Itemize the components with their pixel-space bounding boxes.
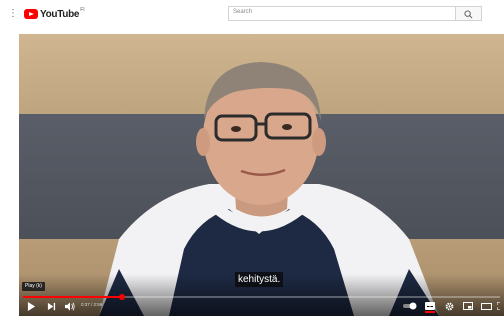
masthead: ⋮ YouTube FI Search xyxy=(0,0,504,28)
logo-text: YouTube xyxy=(40,8,80,20)
logo-region: FI xyxy=(80,7,85,13)
time-display: 0:37 / 2:59 xyxy=(81,302,103,307)
caption-text: kehitystä. xyxy=(235,272,284,287)
progress-fill xyxy=(23,296,122,298)
search-box[interactable]: Search xyxy=(228,6,456,21)
video-player[interactable]: kehitystä. Play (k) 0:37 / 2:59 xyxy=(19,34,504,316)
menu-icon[interactable]: ⋮ xyxy=(8,8,18,20)
youtube-play-icon xyxy=(24,9,38,19)
next-icon xyxy=(47,302,56,310)
theater-icon xyxy=(481,302,492,310)
youtube-logo[interactable]: YouTube FI xyxy=(24,7,85,20)
play-button[interactable] xyxy=(27,299,36,313)
search-button[interactable] xyxy=(456,6,482,21)
progress-handle[interactable] xyxy=(118,294,125,300)
miniplayer-icon xyxy=(463,302,473,310)
captions-icon xyxy=(425,302,435,310)
play-icon xyxy=(27,301,36,311)
search-icon xyxy=(464,10,473,19)
fullscreen-button[interactable] xyxy=(497,299,503,313)
search-input[interactable]: Search xyxy=(233,9,252,15)
settings-button[interactable] xyxy=(445,299,454,313)
volume-button[interactable] xyxy=(65,299,75,313)
next-button[interactable] xyxy=(47,299,56,313)
captions-button[interactable] xyxy=(425,299,435,313)
autoplay-toggle-icon xyxy=(403,302,417,310)
volume-icon xyxy=(65,301,75,311)
miniplayer-button[interactable] xyxy=(463,299,473,313)
progress-bar[interactable] xyxy=(23,294,500,300)
play-tooltip: Play (k) xyxy=(22,282,45,291)
gear-icon xyxy=(445,302,454,310)
fullscreen-icon xyxy=(497,302,500,310)
theater-mode-button[interactable] xyxy=(481,299,492,313)
autoplay-toggle[interactable] xyxy=(403,299,417,313)
